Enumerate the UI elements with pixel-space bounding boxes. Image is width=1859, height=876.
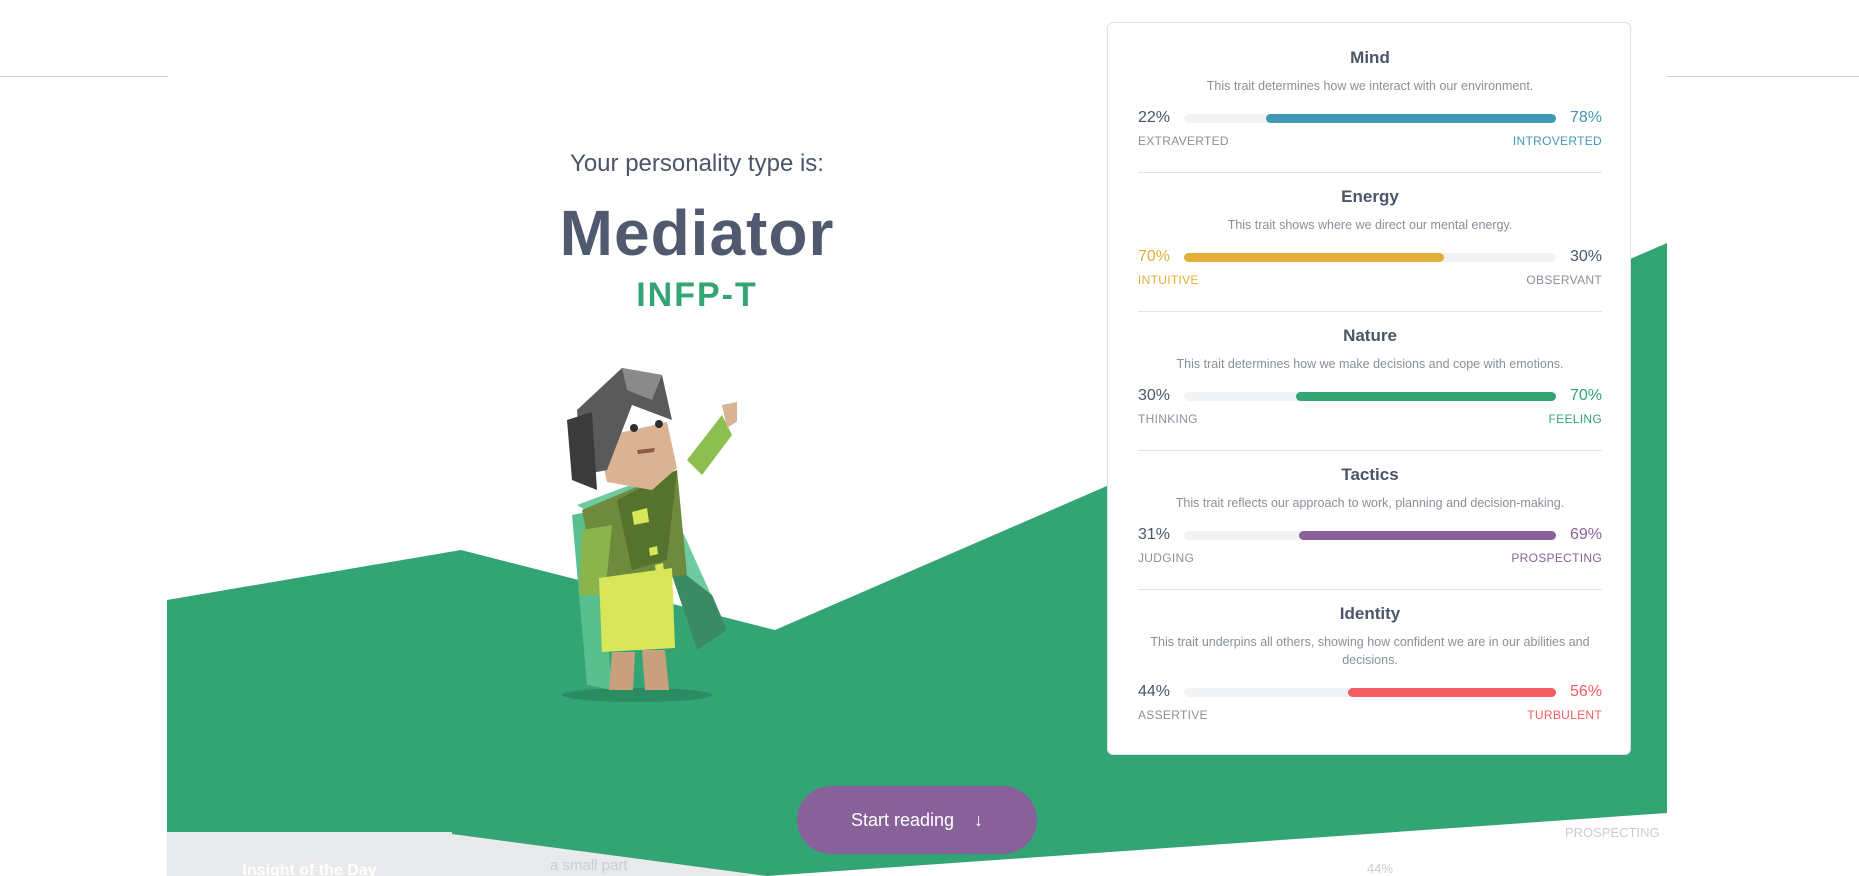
trait-identity: Identity This trait underpins all others,… xyxy=(1138,604,1602,726)
trait-left-percent: 30% xyxy=(1138,387,1171,404)
trait-left-label: Intuitive xyxy=(1138,273,1199,287)
trait-bar-track xyxy=(1184,531,1556,540)
start-reading-label: Start reading xyxy=(850,809,955,830)
trait-bar-track xyxy=(1184,688,1556,697)
trait-right-percent: 70% xyxy=(1569,387,1602,404)
trait-bar-track xyxy=(1184,114,1556,123)
top-divider-right xyxy=(1667,76,1859,77)
trait-left-label: Assertive xyxy=(1138,708,1208,722)
trait-bar-row: 44% 56% xyxy=(1138,681,1602,703)
trait-left-label: Judging xyxy=(1138,551,1195,565)
below-fold-trait-pct: 44% xyxy=(1367,861,1394,876)
personality-hero: Your personality type is: Mediator INFP-… xyxy=(467,150,927,315)
trait-breakdown-card: Mind This trait determines how we interac… xyxy=(1107,22,1631,755)
trait-energy: Energy This trait shows where we direct o… xyxy=(1138,187,1602,291)
trait-divider xyxy=(1138,172,1602,173)
trait-left-percent: 31% xyxy=(1138,526,1171,543)
arrow-down-icon: ↓ xyxy=(974,809,984,830)
trait-divider xyxy=(1138,450,1602,451)
insight-tab-label: Insight of the Day xyxy=(242,862,377,876)
trait-right-percent: 69% xyxy=(1569,526,1602,543)
personality-type-code: INFP-T xyxy=(636,276,758,314)
trait-left-label: Thinking xyxy=(1138,412,1198,426)
personality-intro: Your personality type is: xyxy=(570,150,824,177)
trait-bar-fill xyxy=(1265,114,1556,123)
trait-left-label: Extraverted xyxy=(1138,134,1229,148)
trait-description: This trait shows where we direct our men… xyxy=(1227,218,1513,232)
trait-mind: Mind This trait determines how we interac… xyxy=(1138,48,1602,152)
trait-description: This trait determines how we interact wi… xyxy=(1206,79,1534,93)
insight-of-the-day-tab[interactable]: Insight of the Day xyxy=(167,832,452,876)
trait-divider xyxy=(1138,311,1602,312)
trait-description: This trait reflects our approach to work… xyxy=(1175,496,1565,510)
mediator-character-illustration xyxy=(562,368,737,702)
trait-right-percent: 30% xyxy=(1569,248,1602,265)
trait-left-percent: 44% xyxy=(1138,683,1171,700)
top-divider-left xyxy=(0,76,168,77)
trait-pole-labels: Intuitive Observant xyxy=(1138,273,1602,291)
trait-title: Energy xyxy=(1341,187,1399,206)
trait-pole-labels: Thinking Feeling xyxy=(1138,412,1602,430)
trait-bar-row: 22% 78% xyxy=(1138,107,1602,129)
trait-pole-labels: Judging Prospecting xyxy=(1138,551,1602,569)
trait-description: This trait determines how we make decisi… xyxy=(1176,357,1564,371)
trait-title: Identity xyxy=(1339,604,1401,623)
trait-nature: Nature This trait determines how we make … xyxy=(1138,326,1602,430)
trait-right-label: Prospecting xyxy=(1511,551,1602,565)
trait-title: Mind xyxy=(1350,48,1390,67)
trait-bar-fill xyxy=(1347,688,1556,697)
trait-bar-fill xyxy=(1295,392,1556,401)
trait-right-label: Observant xyxy=(1526,273,1602,287)
trait-pole-labels: Assertive Turbulent xyxy=(1138,708,1602,726)
trait-bar-track xyxy=(1184,253,1556,262)
start-reading-button[interactable]: Start reading ↓ xyxy=(797,786,1037,854)
trait-bar-fill xyxy=(1184,253,1445,262)
trait-pole-labels: Extraverted Introverted xyxy=(1138,134,1602,152)
trait-bar-track xyxy=(1184,392,1556,401)
personality-type-name: Mediator xyxy=(559,197,835,269)
results-stage: Your personality type is: Mediator INFP-… xyxy=(167,0,1667,876)
trait-right-percent: 78% xyxy=(1569,109,1602,126)
trait-bar-row: 30% 70% xyxy=(1138,385,1602,407)
below-fold-trait-label: PROSPECTING xyxy=(1565,825,1660,840)
trait-right-percent: 56% xyxy=(1569,683,1602,700)
trait-right-label: Introverted xyxy=(1512,134,1602,148)
trait-right-label: Turbulent xyxy=(1527,708,1602,722)
trait-description: This trait underpins all others, showing… xyxy=(1150,635,1590,667)
below-fold-snippet: a small part xyxy=(550,857,628,874)
trait-bar-row: 70% 30% xyxy=(1138,246,1602,268)
trait-left-percent: 22% xyxy=(1138,109,1171,126)
trait-divider xyxy=(1138,589,1602,590)
trait-left-percent: 70% xyxy=(1138,248,1171,265)
trait-title: Tactics xyxy=(1341,465,1399,484)
trait-tactics: Tactics This trait reflects our approach … xyxy=(1138,465,1602,569)
trait-bar-fill xyxy=(1299,531,1556,540)
trait-right-label: Feeling xyxy=(1548,412,1602,426)
trait-bar-row: 31% 69% xyxy=(1138,524,1602,546)
trait-title: Nature xyxy=(1343,326,1397,345)
